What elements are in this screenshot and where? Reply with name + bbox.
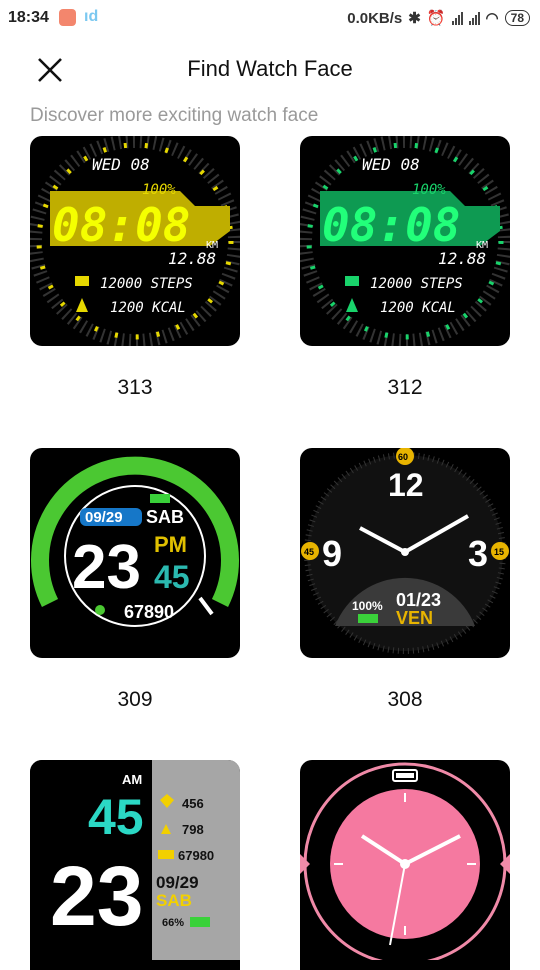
- watch-face-preview[interactable]: WED 08 100% 08:08 KM 12.88 12000 STEPS 1…: [300, 136, 510, 346]
- time-text: 08:08: [52, 198, 190, 252]
- battery-icon: [150, 494, 170, 503]
- status-time: 18:34: [8, 9, 49, 26]
- watch-face-preview[interactable]: WED 08 100% 08:08 KM 12.88 12000 STEPS 1…: [30, 136, 240, 346]
- battery-icon: [190, 917, 210, 927]
- date-text: 09/29: [85, 509, 123, 526]
- hour-text: 23: [72, 533, 141, 602]
- battery-text: 100%: [412, 182, 446, 198]
- numeral-12: 12: [388, 467, 424, 503]
- wifi-icon: ◠: [485, 10, 499, 27]
- bezel-60: 60: [398, 452, 408, 462]
- footsteps-icon: [95, 605, 105, 615]
- battery-text: 66%: [162, 917, 184, 929]
- date-text: WED 08: [362, 155, 420, 174]
- watch-face-card[interactable]: 60 15 45 12 3 9 100% 01/23 VEN 308: [300, 448, 510, 711]
- page-subtitle: Discover more exciting watch face: [30, 105, 319, 126]
- steps-text: 12000 STEPS: [100, 276, 193, 292]
- watch-face-preview[interactable]: 09/29 SAB 23 PM 45 67890: [30, 448, 240, 658]
- day-text: VEN: [396, 608, 433, 628]
- watch-face-card[interactable]: [300, 760, 510, 970]
- minute-text: 45: [154, 559, 190, 595]
- watch-face-id: 312: [387, 376, 423, 399]
- shoe-icon: [345, 276, 359, 286]
- watch-face-card[interactable]: 09/29 SAB 23 PM 45 67890 309: [30, 448, 240, 711]
- km-text: 12.88: [168, 249, 216, 268]
- watch-face-id: 313: [117, 376, 153, 399]
- battery-level: 78: [510, 11, 524, 25]
- watch-face-card[interactable]: WED 08 100% 08:08 KM 12.88 12000 STEPS 1…: [30, 136, 240, 399]
- status-right: 0.0KB/s ✱ ⏰ ◠ 78: [347, 9, 530, 27]
- battery-icon: 78: [504, 10, 530, 26]
- watch-face-preview[interactable]: 60 15 45 12 3 9 100% 01/23 VEN: [300, 448, 510, 658]
- kcal-text: 1200 KCAL: [380, 300, 456, 316]
- day-text: SAB: [146, 507, 184, 527]
- kcal-text: 1200 KCAL: [110, 300, 186, 316]
- ampm-text: PM: [154, 532, 187, 557]
- battery-icon: [358, 614, 378, 623]
- watch-face-id: 308: [387, 688, 423, 711]
- alarm-icon: ⏰: [426, 10, 446, 27]
- watch-face-card[interactable]: WED 08 100% 08:08 KM 12.88 12000 STEPS 1…: [300, 136, 510, 399]
- hour-text: 23: [50, 849, 143, 943]
- steps-text: 67890: [124, 602, 174, 622]
- date-text: 01/23: [396, 590, 441, 610]
- watch-face-preview[interactable]: [300, 760, 510, 970]
- time-text: 08:08: [322, 198, 460, 252]
- flame-icon: [346, 298, 358, 312]
- km-text: 12.88: [438, 249, 486, 268]
- numeral-9: 9: [322, 533, 342, 574]
- status-bar: 18:34 ıd 0.0KB/s ✱ ⏰ ◠ 78: [0, 0, 540, 36]
- watch-face-preview[interactable]: AM 45 23 456 798 67980 09/29 SAB 66%: [30, 760, 240, 970]
- shoe-icon: [75, 276, 89, 286]
- steps-text: 12000 STEPS: [370, 276, 463, 292]
- battery-text: 100%: [352, 599, 383, 613]
- page-title: Find Watch Face: [187, 56, 353, 81]
- day-text: SAB: [156, 891, 192, 910]
- numeral-3: 3: [468, 533, 488, 574]
- signal-icon: [451, 11, 463, 25]
- network-speed: 0.0KB/s: [347, 9, 403, 27]
- bluetooth-icon: ✱: [408, 10, 421, 27]
- flame-icon: [76, 298, 88, 312]
- ampm-text: AM: [122, 772, 142, 787]
- signal-icon: [468, 11, 480, 25]
- steps-text: 67980: [178, 848, 214, 863]
- bezel-15: 15: [494, 547, 504, 557]
- shoe-icon: [158, 850, 174, 859]
- watch-face-card[interactable]: AM 45 23 456 798 67980 09/29 SAB 66%: [30, 760, 240, 970]
- heart-text: 456: [182, 796, 204, 811]
- date-text: WED 08: [92, 155, 150, 174]
- minute-text: 45: [88, 789, 144, 845]
- battery-text: 100%: [142, 182, 176, 198]
- date-text: 09/29: [156, 873, 199, 892]
- app-icon: [59, 9, 76, 26]
- app-icon-2: ıd: [84, 8, 99, 25]
- watch-face-id: 309: [117, 688, 153, 711]
- bezel-45: 45: [304, 547, 314, 557]
- header: Find Watch Face: [0, 50, 540, 90]
- kcal-text: 798: [182, 822, 204, 837]
